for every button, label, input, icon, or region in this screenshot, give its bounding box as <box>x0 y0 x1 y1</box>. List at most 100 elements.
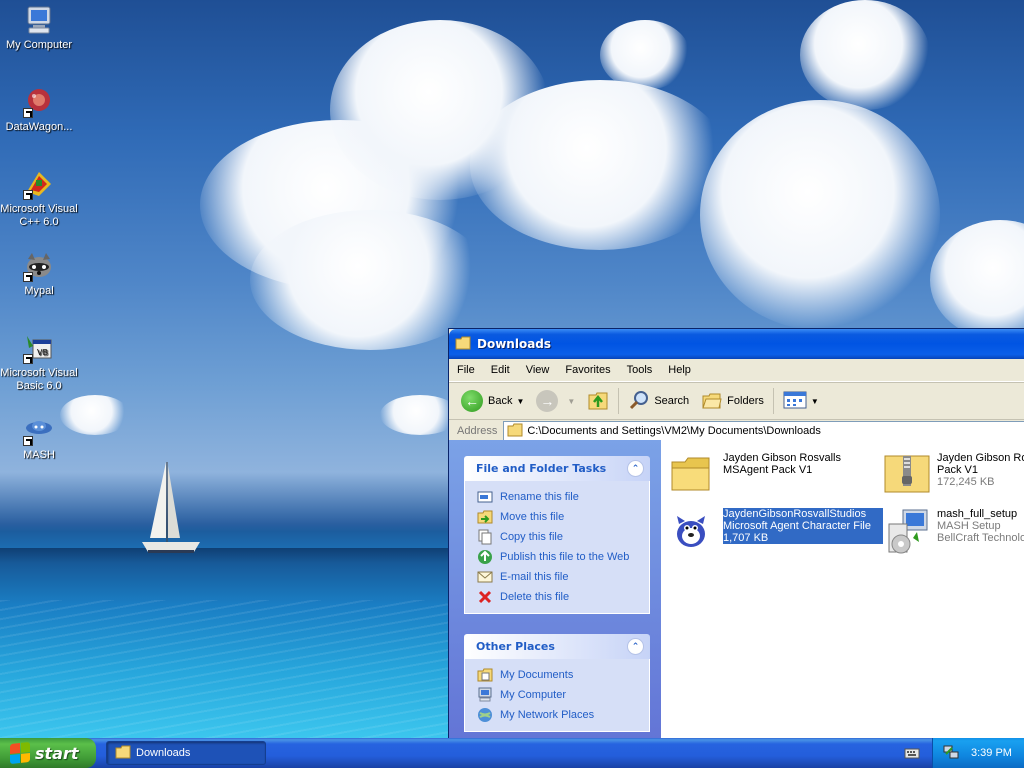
task-label: Publish this file to the Web <box>500 551 630 563</box>
desktop-icon-datawagon[interactable]: DataWagon... <box>0 86 78 134</box>
task-label: Rename this file <box>500 491 579 503</box>
shortcut-arrow-icon <box>23 354 33 364</box>
panel-header[interactable]: Other Places ⌃ <box>464 634 650 659</box>
menu-help[interactable]: Help <box>660 364 699 376</box>
shortcut-arrow-icon <box>23 436 33 446</box>
window-titlebar[interactable]: Downloads <box>449 329 1024 359</box>
folders-button[interactable]: Folders <box>695 386 770 416</box>
wallpaper-cloud <box>930 220 1024 340</box>
task-rename[interactable]: Rename this file <box>477 487 649 507</box>
folder-icon <box>455 336 471 353</box>
desktop-icon-visual-cpp[interactable]: Microsoft Visual C++ 6.0 <box>0 168 78 229</box>
chevron-down-icon[interactable]: ▼ <box>811 397 819 406</box>
file-text: Jayden Gibson Rosvalls MSAgent Pack V1 <box>723 452 883 476</box>
place-label: My Documents <box>500 669 574 681</box>
file-item[interactable]: Jayden Gibson Rosvalls MSAgent Pack V1 <box>669 452 883 500</box>
taskbar-button-downloads[interactable]: Downloads <box>106 741 266 765</box>
menu-file[interactable]: File <box>449 364 483 376</box>
task-move[interactable]: Move this file <box>477 507 649 527</box>
chevron-down-icon[interactable]: ▼ <box>567 397 575 406</box>
network-icon[interactable] <box>943 744 959 763</box>
start-label: start <box>35 743 79 763</box>
menu-bar: File Edit View Favorites Tools Help <box>449 359 1024 382</box>
keyboard-icon[interactable] <box>904 746 920 763</box>
email-icon <box>477 569 493 585</box>
menu-edit[interactable]: Edit <box>483 364 518 376</box>
collapse-chevron-icon[interactable]: ⌃ <box>627 638 644 655</box>
panel-header[interactable]: File and Folder Tasks ⌃ <box>464 456 650 481</box>
search-icon <box>628 389 650 414</box>
rename-icon <box>477 489 493 505</box>
folder-icon <box>669 452 717 500</box>
menu-view[interactable]: View <box>518 364 558 376</box>
folder-icon <box>507 423 523 440</box>
desktop-icon-visual-basic[interactable]: VB Microsoft Visual Basic 6.0 <box>0 332 78 393</box>
my-computer-icon <box>477 687 493 703</box>
clock[interactable]: 3:39 PM <box>971 747 1012 759</box>
file-item[interactable]: Jayden Gibson Ro Pack V1 172,245 KB <box>883 452 1024 500</box>
file-item-selected[interactable]: JaydenGibsonRosvallStudios Microsoft Age… <box>669 508 883 556</box>
forward-arrow-icon: → <box>536 390 559 412</box>
task-pane: File and Folder Tasks ⌃ Rename this file… <box>449 440 661 739</box>
menu-tools[interactable]: Tools <box>619 364 661 376</box>
file-type: MASH Setup <box>937 520 1001 532</box>
place-network[interactable]: My Network Places <box>477 705 649 725</box>
place-label: My Computer <box>500 689 567 701</box>
explorer-window[interactable]: Downloads File Edit View Favorites Tools… <box>448 328 1024 739</box>
network-places-icon <box>477 707 493 723</box>
back-button[interactable]: ← Back ▼ <box>455 386 530 416</box>
svg-text:VB: VB <box>37 348 48 357</box>
file-text: JaydenGibsonRosvallStudios Microsoft Age… <box>723 508 883 544</box>
wallpaper-cloud <box>800 0 930 110</box>
file-folder-tasks-panel: File and Folder Tasks ⌃ Rename this file… <box>464 456 650 614</box>
delete-icon <box>477 589 493 605</box>
place-my-computer[interactable]: My Computer <box>477 685 649 705</box>
desktop-icon-mypal[interactable]: Mypal <box>0 250 78 298</box>
back-label: Back <box>488 395 513 407</box>
task-email[interactable]: E-mail this file <box>477 567 649 587</box>
forward-button[interactable]: → ▼ <box>530 386 581 416</box>
visual-basic-icon: VB <box>23 332 55 364</box>
task-publish[interactable]: Publish this file to the Web <box>477 547 649 567</box>
address-input[interactable]: C:\Documents and Settings\VM2\My Documen… <box>503 421 1024 441</box>
task-delete[interactable]: Delete this file <box>477 587 649 607</box>
search-label: Search <box>654 395 690 407</box>
search-button[interactable]: Search <box>622 386 695 416</box>
collapse-chevron-icon[interactable]: ⌃ <box>627 460 644 477</box>
desktop-icon-label: DataWagon... <box>5 121 73 133</box>
file-company: BellCraft Technolo <box>937 532 1024 544</box>
toolbar-separator <box>772 388 774 414</box>
start-button[interactable]: start <box>0 738 96 768</box>
task-label: E-mail this file <box>500 571 569 583</box>
mypal-raccoon-icon <box>23 250 55 282</box>
task-label: Copy this file <box>500 531 563 543</box>
wallpaper-cloud <box>470 80 730 250</box>
desktop-icon-my-computer[interactable]: My Computer <box>0 4 78 52</box>
file-name: mash_full_setup <box>937 508 1018 520</box>
file-text: Jayden Gibson Ro Pack V1 172,245 KB <box>937 452 1024 488</box>
file-name: Jayden Gibson Rosvalls MSAgent Pack V1 <box>723 452 842 476</box>
address-value: C:\Documents and Settings\VM2\My Documen… <box>527 425 821 437</box>
task-copy[interactable]: Copy this file <box>477 527 649 547</box>
chevron-down-icon[interactable]: ▼ <box>516 397 524 406</box>
place-my-documents[interactable]: My Documents <box>477 665 649 685</box>
file-size: 1,707 KB <box>723 532 769 544</box>
address-label: Address <box>457 425 498 437</box>
menu-favorites[interactable]: Favorites <box>557 364 618 376</box>
back-arrow-icon: ← <box>461 390 483 412</box>
mash-icon <box>23 414 55 446</box>
panel-body: My Documents My Computer My Network Plac… <box>464 659 650 732</box>
desktop-icon-mash[interactable]: MASH <box>0 414 78 462</box>
publish-web-icon <box>477 549 493 565</box>
task-label: Delete this file <box>500 591 570 603</box>
window-body: File and Folder Tasks ⌃ Rename this file… <box>449 440 1024 739</box>
shortcut-arrow-icon <box>23 108 33 118</box>
up-folder-button[interactable] <box>581 386 615 416</box>
file-item[interactable]: mash_full_setup MASH Setup BellCraft Tec… <box>883 508 1024 556</box>
place-label: My Network Places <box>500 709 595 721</box>
desktop-icon-label: Microsoft Visual C++ 6.0 <box>0 203 78 228</box>
views-button[interactable]: ▼ <box>777 386 825 416</box>
my-documents-icon <box>477 667 493 683</box>
wallpaper-cloud <box>700 100 940 330</box>
shortcut-arrow-icon <box>23 272 33 282</box>
